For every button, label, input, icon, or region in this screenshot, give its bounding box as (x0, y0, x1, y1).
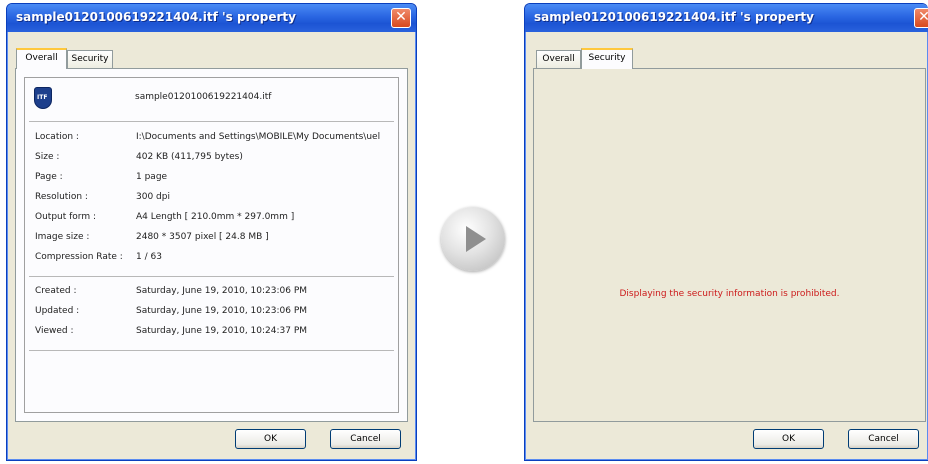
tab-overall[interactable]: Overall (16, 48, 67, 69)
play-button[interactable] (441, 207, 505, 271)
property-dialog-overall: sample0120100619221404.itf 's property ✕… (6, 3, 417, 461)
property-value: 300 dpi (136, 192, 170, 202)
property-value: 2480 * 3507 pixel [ 24.8 MB ] (136, 232, 269, 242)
property-label: Output form : (35, 212, 97, 222)
property-value: 1 / 63 (136, 252, 162, 262)
property-value: 1 page (136, 172, 168, 182)
itf-file-icon: ITF (34, 87, 52, 109)
divider (29, 121, 394, 122)
property-value: A4 Length [ 210.0mm * 297.0mm ] (136, 212, 295, 222)
property-label: Location : (35, 132, 79, 142)
dialog-client-area: Overall Security ITF sample0120100619221… (11, 32, 412, 456)
tab-overall[interactable]: Overall (536, 50, 581, 69)
dialog-client-area: Overall Security Displaying the security… (529, 32, 926, 456)
divider (29, 350, 394, 351)
title-bar[interactable]: sample0120100619221404.itf 's property ✕ (525, 4, 928, 32)
tab-security[interactable]: Security (67, 50, 113, 69)
close-icon[interactable]: ✕ (391, 8, 411, 28)
properties-box: ITF sample0120100619221404.itf Location … (24, 77, 399, 413)
date-label: Updated : (35, 306, 80, 316)
property-value: I:\Documents and Settings\MOBILE\My Docu… (136, 132, 381, 142)
date-value: Saturday, June 19, 2010, 10:23:06 PM (136, 306, 308, 316)
security-prohibited-message: Displaying the security information is p… (619, 289, 840, 299)
property-label: Size : (35, 152, 60, 162)
ok-button[interactable]: OK (235, 429, 306, 449)
date-label: Created : (35, 286, 77, 296)
property-dialog-security: sample0120100619221404.itf 's property ✕… (524, 3, 928, 461)
title-bar[interactable]: sample0120100619221404.itf 's property ✕ (7, 4, 416, 32)
date-value: Saturday, June 19, 2010, 10:24:37 PM (136, 326, 308, 336)
property-label: Resolution : (35, 192, 88, 202)
property-label: Image size : (35, 232, 90, 242)
tab-panel-security: Displaying the security information is p… (533, 68, 926, 422)
property-label: Page : (35, 172, 63, 182)
tab-security[interactable]: Security (581, 48, 633, 69)
ok-button[interactable]: OK (753, 429, 824, 449)
property-value: 402 KB (411,795 bytes) (136, 152, 243, 162)
property-label: Compression Rate : (35, 252, 123, 262)
play-icon (466, 226, 486, 252)
window-title: sample0120100619221404.itf 's property (16, 10, 296, 24)
date-label: Viewed : (35, 326, 74, 336)
divider (29, 276, 394, 277)
file-name: sample0120100619221404.itf (135, 92, 272, 102)
tab-panel-overall: ITF sample0120100619221404.itf Location … (15, 68, 408, 422)
file-icon-label: ITF (37, 94, 48, 101)
cancel-button[interactable]: Cancel (848, 429, 919, 449)
window-title: sample0120100619221404.itf 's property (534, 10, 814, 24)
date-value: Saturday, June 19, 2010, 10:23:06 PM (136, 286, 308, 296)
cancel-button[interactable]: Cancel (330, 429, 401, 449)
close-icon[interactable]: ✕ (914, 8, 928, 28)
